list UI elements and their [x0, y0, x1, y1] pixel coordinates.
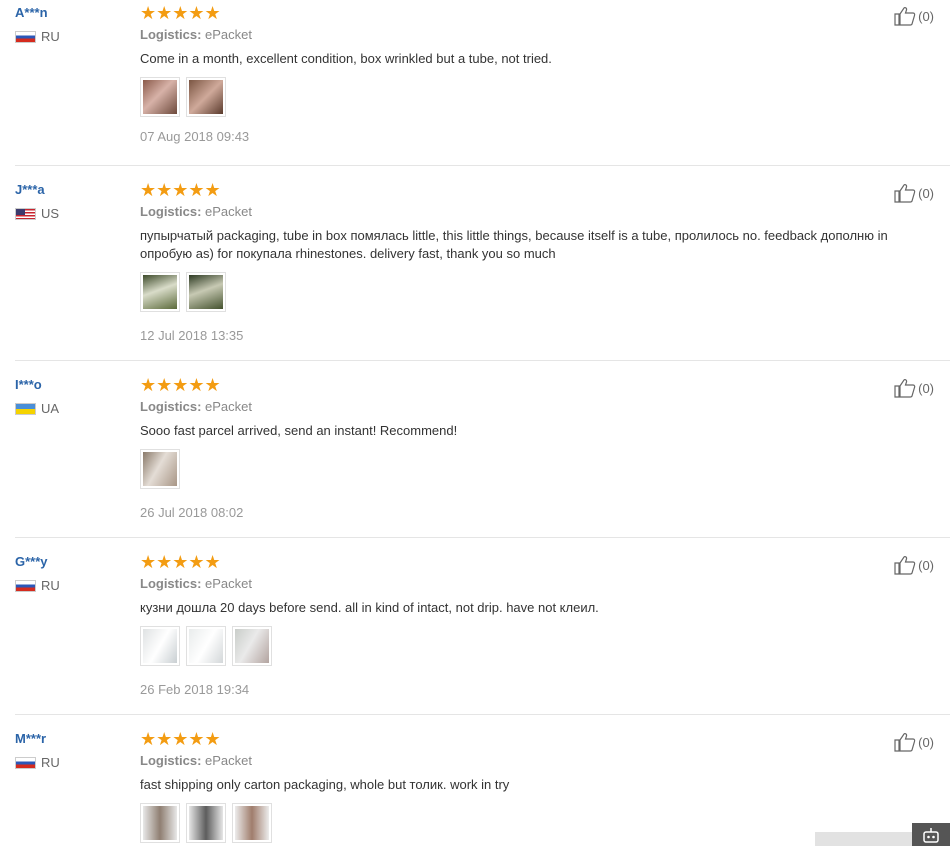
star-rating: ★★★★★ — [140, 180, 221, 200]
review-text: пупырчатый packaging, tube in box помяла… — [140, 228, 888, 261]
logistics-info: Logistics: ePacket — [140, 752, 940, 770]
review-photos — [140, 626, 940, 666]
thumbs-up-icon — [894, 184, 916, 203]
review-photo[interactable] — [140, 77, 180, 117]
review-item: A***n RU ★★★★★ Logistics: ePacket Come i… — [15, 3, 950, 166]
logistics-info: Logistics: ePacket — [140, 26, 940, 44]
review-item: J***a US ★★★★★ Logistics: ePacket пупырч… — [15, 180, 950, 361]
logistics-label: Logistics: — [140, 576, 202, 591]
reviewer-info: M***r RU — [15, 729, 135, 770]
review-text: кузни дошла 20 days before send. all in … — [140, 600, 599, 615]
helpful-button[interactable]: (0) — [894, 732, 934, 752]
helpful-count: (0) — [918, 8, 934, 24]
chat-bot-button[interactable] — [912, 823, 950, 846]
review-date: 07 Aug 2018 09:43 — [140, 129, 250, 144]
review-photo[interactable] — [186, 803, 226, 843]
country-code: RU — [41, 578, 60, 593]
review-photo[interactable] — [140, 449, 180, 489]
review-photos — [140, 272, 940, 312]
logistics-info: Logistics: ePacket — [140, 203, 940, 221]
review-text: fast shipping only carton packaging, who… — [140, 777, 510, 792]
logistics-info: Logistics: ePacket — [140, 398, 940, 416]
review-photo[interactable] — [186, 272, 226, 312]
reviewer-country: RU — [15, 755, 135, 770]
review-photo[interactable] — [140, 272, 180, 312]
review-photo[interactable] — [186, 77, 226, 117]
review-photo[interactable] — [186, 626, 226, 666]
logistics-value: ePacket — [205, 576, 253, 591]
logistics-label: Logistics: — [140, 204, 202, 219]
usa-flag-icon — [15, 207, 36, 220]
star-rating: ★★★★★ — [140, 729, 221, 749]
helpful-count: (0) — [918, 557, 934, 573]
review-photo[interactable] — [140, 803, 180, 843]
russia-flag-icon — [15, 30, 36, 43]
helpful-count: (0) — [918, 185, 934, 201]
review-item: I***o UA ★★★★★ Logistics: ePacket Sooo f… — [15, 375, 950, 538]
star-rating: ★★★★★ — [140, 552, 221, 572]
logistics-info: Logistics: ePacket — [140, 575, 940, 593]
review-photos — [140, 77, 940, 117]
thumbs-up-icon — [894, 556, 916, 575]
review-content: ★★★★★ Logistics: ePacket fast shipping o… — [140, 729, 940, 843]
reviewer-info: I***o UA — [15, 375, 135, 416]
russia-flag-icon — [15, 756, 36, 769]
reviewer-country: US — [15, 206, 135, 221]
reviewer-info: J***a US — [15, 180, 135, 221]
robot-icon — [923, 827, 939, 843]
helpful-button[interactable]: (0) — [894, 555, 934, 575]
reviewer-name: J***a — [15, 182, 45, 197]
review-content: ★★★★★ Logistics: ePacket Sooo fast parce… — [140, 375, 940, 522]
logistics-label: Logistics: — [140, 753, 202, 768]
review-date: 12 Jul 2018 13:35 — [140, 328, 244, 343]
review-item: M***r RU ★★★★★ Logistics: ePacket fast s… — [15, 729, 950, 846]
ukraine-flag-icon — [15, 402, 36, 415]
logistics-value: ePacket — [205, 399, 253, 414]
reviewer-country: RU — [15, 578, 135, 593]
country-code: UA — [41, 401, 60, 416]
thumbs-up-icon — [894, 7, 916, 26]
reviewer-country: UA — [15, 401, 135, 416]
thumbs-up-icon — [894, 733, 916, 752]
review-text: Sooo fast parcel arrived, send an instan… — [140, 423, 458, 438]
logistics-value: ePacket — [205, 27, 253, 42]
star-rating: ★★★★★ — [140, 375, 221, 395]
helpful-count: (0) — [918, 734, 934, 750]
reviewer-name: M***r — [15, 731, 47, 746]
thumbs-up-icon — [894, 379, 916, 398]
reviewer-country: RU — [15, 29, 135, 44]
country-code: RU — [41, 29, 60, 44]
review-item: G***y RU ★★★★★ Logistics: ePacket кузни … — [15, 552, 950, 715]
logistics-value: ePacket — [205, 753, 253, 768]
review-photo[interactable] — [232, 626, 272, 666]
review-content: ★★★★★ Logistics: ePacket пупырчатый pack… — [140, 180, 940, 345]
review-photo[interactable] — [232, 803, 272, 843]
helpful-button[interactable]: (0) — [894, 183, 934, 203]
helpful-button[interactable]: (0) — [894, 6, 934, 26]
helpful-button[interactable]: (0) — [894, 378, 934, 398]
review-photo[interactable] — [140, 626, 180, 666]
helpful-count: (0) — [918, 380, 934, 396]
country-code: US — [41, 206, 60, 221]
reviewer-name: A***n — [15, 5, 48, 20]
review-photos — [140, 449, 940, 489]
reviewer-name: G***y — [15, 554, 48, 569]
logistics-value: ePacket — [205, 204, 253, 219]
review-date: 26 Jul 2018 08:02 — [140, 505, 244, 520]
country-code: RU — [41, 755, 60, 770]
review-content: ★★★★★ Logistics: ePacket кузни дошла 20 … — [140, 552, 940, 699]
reviewer-name: I***o — [15, 377, 42, 392]
logistics-label: Logistics: — [140, 27, 202, 42]
review-date: 26 Feb 2018 19:34 — [140, 682, 250, 697]
star-rating: ★★★★★ — [140, 3, 221, 23]
reviewer-info: A***n RU — [15, 3, 135, 44]
logistics-label: Logistics: — [140, 399, 202, 414]
review-text: Come in a month, excellent condition, bo… — [140, 51, 552, 66]
bottom-toolbar — [815, 832, 915, 846]
russia-flag-icon — [15, 579, 36, 592]
review-content: ★★★★★ Logistics: ePacket Come in a month… — [140, 3, 940, 146]
reviewer-info: G***y RU — [15, 552, 135, 593]
